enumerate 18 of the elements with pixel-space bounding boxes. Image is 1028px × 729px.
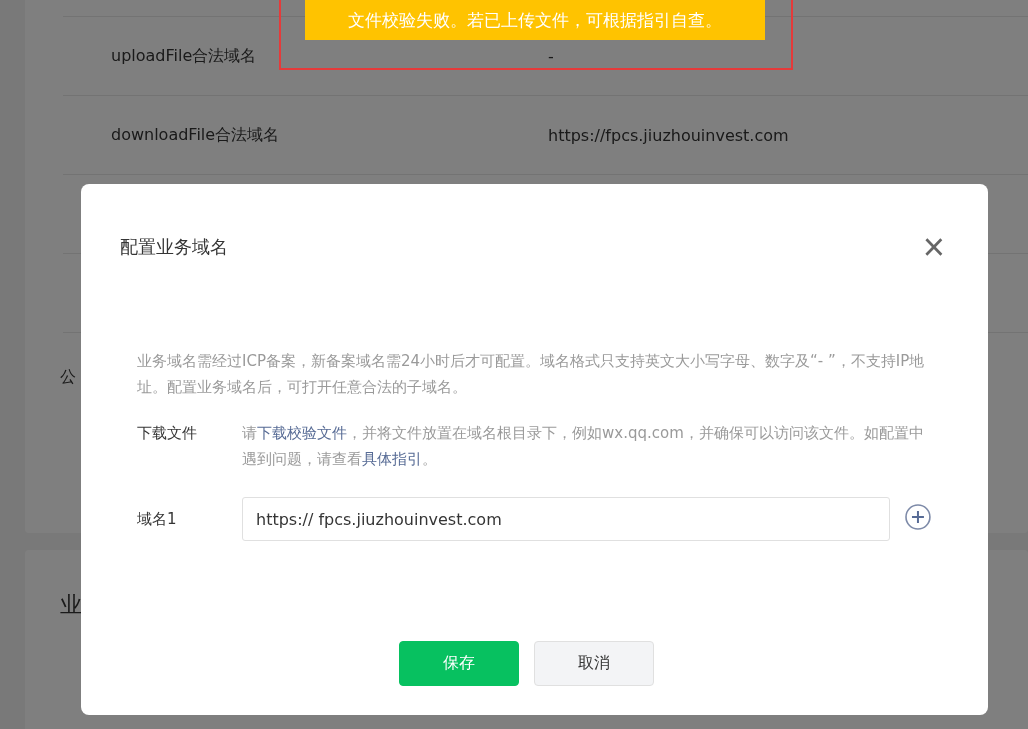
error-toast: 文件校验失败。若已上传文件，可根据指引自查。: [305, 0, 765, 40]
field-label: 下载文件: [137, 423, 198, 444]
add-icon[interactable]: [904, 503, 932, 531]
download-link[interactable]: 下载校验文件: [257, 424, 347, 442]
row-label: downloadFile合法域名: [111, 124, 281, 146]
domain-input[interactable]: https:// fpcs.jiuzhouinvest.com: [242, 497, 891, 541]
row-label: 公: [60, 367, 76, 388]
guide-link[interactable]: 具体指引: [362, 450, 422, 468]
dialog-title: 配置业务域名: [120, 235, 228, 259]
field-label: 域名1: [137, 509, 178, 530]
section-heading: 业: [60, 591, 83, 619]
row-value: -: [548, 46, 554, 66]
description-text: 业务域名需经过ICP备案，新备案域名需24小时后才可配置。域名格式只支持英文大小写字母、数字及“- ”，不支持IP地址。配置业务域名后，可打开任意合法的子域名。: [137, 351, 926, 398]
row-label: uploadFile合法域名: [111, 45, 258, 67]
close-button[interactable]: ×: [922, 228, 945, 266]
cancel-button[interactable]: 取消: [533, 641, 654, 686]
help-text: 请下载校验文件，并将文件放置在域名根目录下，例如wx.qq.com，并确保可以访问该文件。如配置中遇到问题，请查看具体指引。: [242, 423, 925, 470]
row-value: https://fpcs.jiuzhouinvest.com: [548, 125, 789, 145]
